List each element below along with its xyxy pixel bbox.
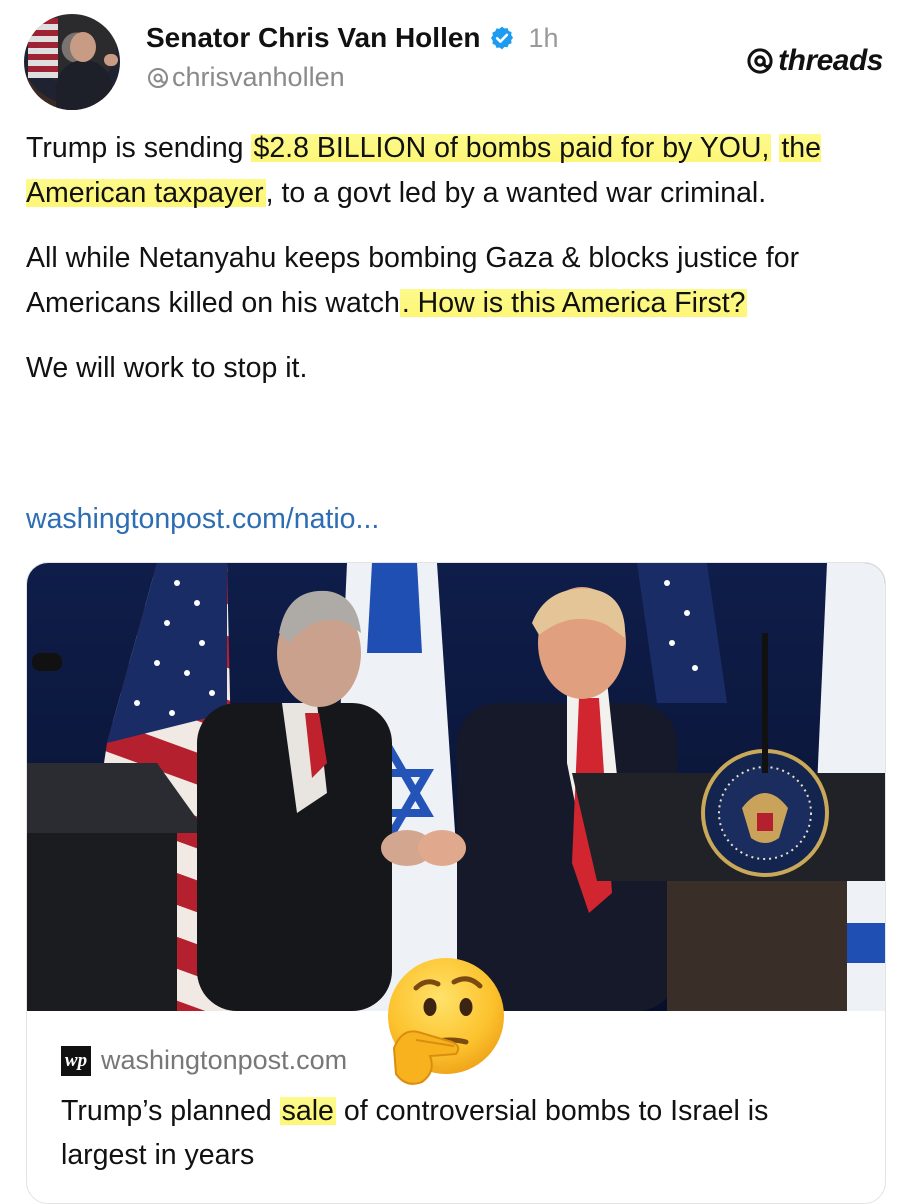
post-header: Senator Chris Van Hollen 1h chrisvanholl… bbox=[0, 0, 909, 120]
threads-logo-icon bbox=[747, 48, 773, 74]
highlight: sale bbox=[279, 1095, 336, 1127]
author-row: Senator Chris Van Hollen 1h bbox=[146, 22, 559, 54]
post-paragraph-2: All while Netanyahu keeps bombing Gaza &… bbox=[26, 242, 800, 319]
post-body: Trump is sending $2.8 BILLION of bombs p… bbox=[26, 126, 886, 411]
card-source: wp washingtonpost.com bbox=[61, 1045, 347, 1076]
author-handle[interactable]: chrisvanhollen bbox=[172, 62, 345, 93]
highlight: $2.8 BILLION of bombs paid for by YOU, bbox=[251, 132, 772, 164]
article-photo[interactable] bbox=[27, 563, 885, 1011]
author-handle-row: chrisvanhollen bbox=[146, 62, 345, 93]
card-source-domain: washingtonpost.com bbox=[101, 1045, 348, 1075]
author-avatar[interactable] bbox=[24, 14, 120, 110]
author-name[interactable]: Senator Chris Van Hollen bbox=[146, 22, 481, 54]
threads-at-icon bbox=[148, 67, 168, 88]
highlight: . How is this America First? bbox=[399, 287, 748, 319]
post-paragraph-1: Trump is sending $2.8 BILLION of bombs p… bbox=[26, 132, 821, 209]
post-link[interactable]: washingtonpost.com/natio... bbox=[26, 503, 379, 536]
link-preview-card[interactable]: wp washingtonpost.com Trump’s planned sa… bbox=[26, 562, 886, 1204]
threads-logo: threads bbox=[746, 44, 883, 78]
post-time: 1h bbox=[528, 22, 559, 53]
post-paragraph-3: We will work to stop it. bbox=[26, 352, 308, 384]
washington-post-logo-icon: wp bbox=[61, 1045, 91, 1076]
thinking-face-emoji-icon bbox=[388, 958, 504, 1085]
verified-badge-icon bbox=[490, 26, 513, 50]
threads-wordmark: threads bbox=[778, 44, 883, 77]
card-title[interactable]: Trump’s planned sale of controversial bo… bbox=[61, 1089, 861, 1177]
